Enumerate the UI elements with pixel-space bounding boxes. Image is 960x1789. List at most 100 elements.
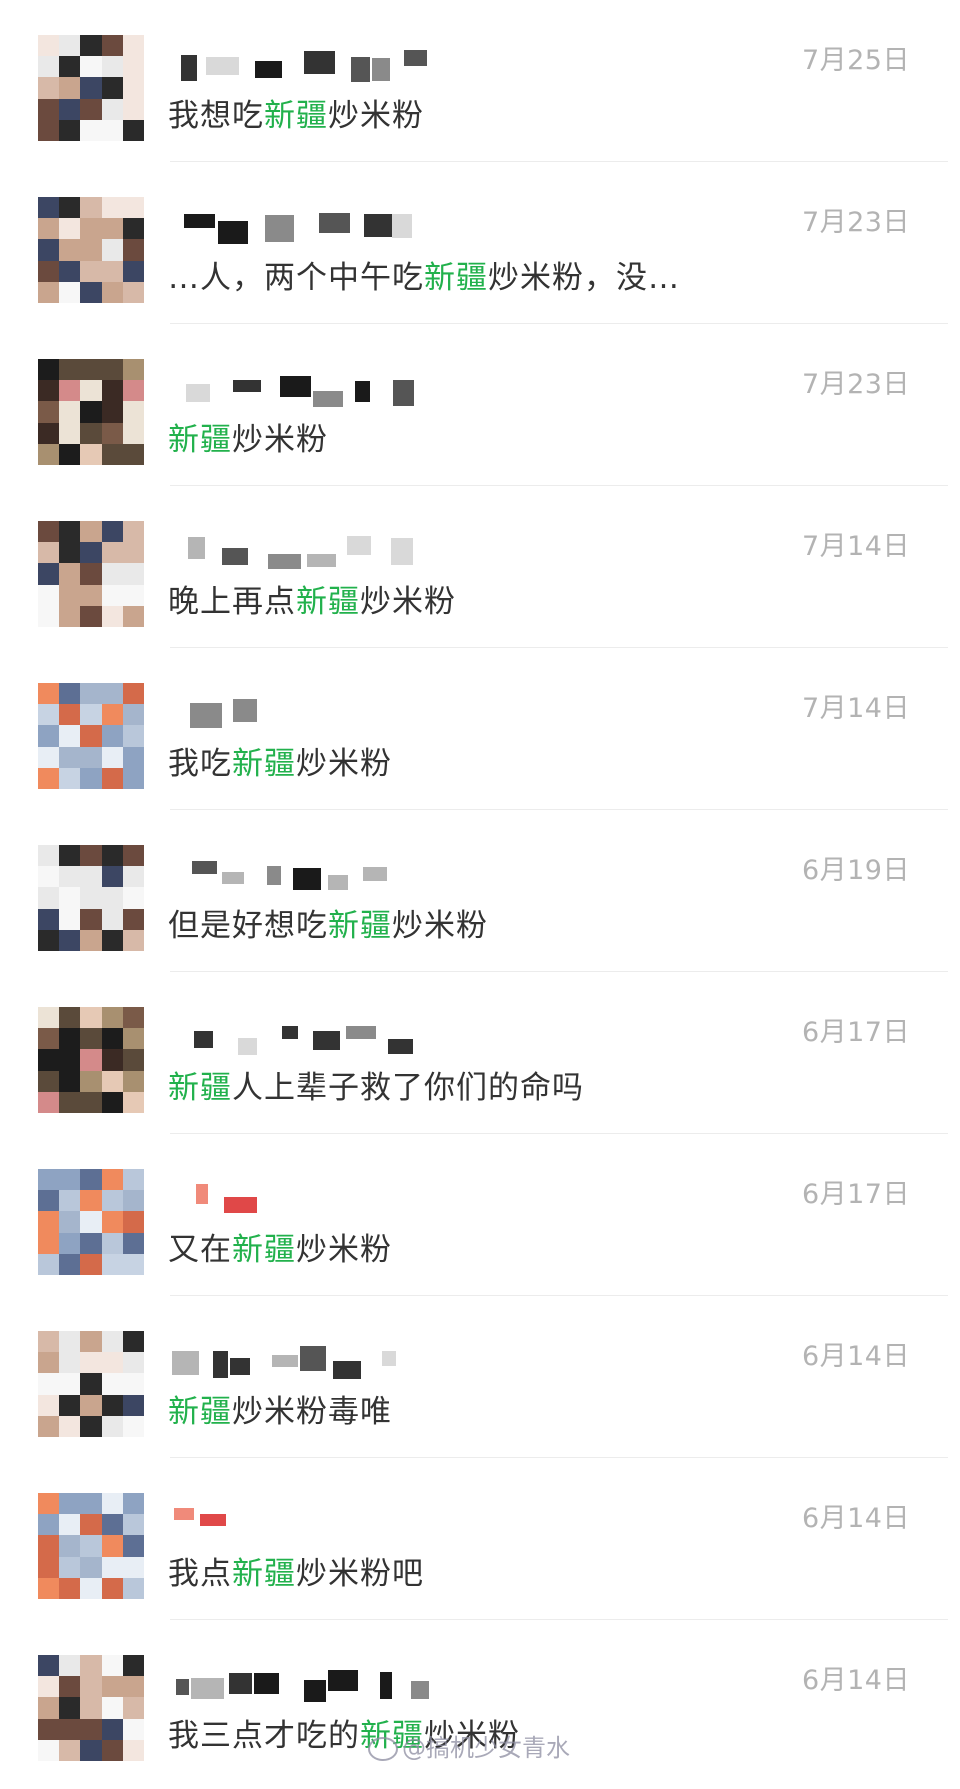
avatar-mosaic-cell [38,767,60,789]
message-date: 7月25日 [801,45,910,76]
list-item[interactable]: 6月17日 新疆人上辈子救了你们的命吗 [0,972,960,1134]
contact-name-pixelated [172,1346,472,1380]
avatar-mosaic-cell [122,218,144,240]
avatar[interactable] [38,683,144,789]
list-item[interactable]: 7月25日 我想吃新疆炒米粉 [0,0,960,162]
avatar[interactable] [38,845,144,951]
list-item[interactable]: 7月14日 我吃新疆炒米粉 [0,648,960,810]
avatar[interactable] [38,1169,144,1275]
message-snippet: 新疆人上辈子救了你们的命吗 [168,1062,584,1107]
avatar[interactable] [38,197,144,303]
avatar[interactable] [38,35,144,141]
avatar[interactable] [38,1493,144,1599]
avatar[interactable] [38,1655,144,1761]
avatar-mosaic-cell [101,521,123,543]
list-item[interactable]: 6月17日 又在新疆炒米粉 [0,1134,960,1296]
avatar-mosaic-cell [38,119,60,141]
message-snippet: 新疆炒米粉毒唯 [168,1386,392,1431]
name-mosaic-block [313,391,343,407]
name-mosaic-block [233,699,257,722]
avatar-mosaic-cell [101,1331,123,1353]
avatar[interactable] [38,521,144,627]
avatar-mosaic-cell [38,1535,60,1557]
avatar-mosaic-cell [38,866,60,888]
avatar-mosaic-cell [59,1091,81,1113]
avatar-mosaic-cell [101,1049,123,1071]
avatar-mosaic-cell [80,1253,102,1275]
list-item[interactable]: 6月19日 但是好想吃新疆炒米粉 [0,810,960,972]
avatar-mosaic-cell [80,1556,102,1578]
avatar-mosaic-cell [80,845,102,867]
message-text: …人，两个中午吃 [168,260,424,296]
message-keyword-highlight: 新疆 [168,1394,232,1430]
name-mosaic-block [355,381,370,402]
avatar-mosaic-cell [38,281,60,303]
avatar-mosaic-cell [38,521,60,543]
avatar-mosaic-cell [38,1049,60,1071]
name-mosaic-block [268,554,301,569]
avatar-mosaic-cell [122,704,144,726]
avatar-mosaic-cell [122,1556,144,1578]
avatar-mosaic-cell [59,260,81,282]
avatar-mosaic-cell [59,1514,81,1536]
avatar-mosaic-cell [122,422,144,444]
avatar-mosaic-cell [101,1514,123,1536]
avatar[interactable] [38,359,144,465]
list-item[interactable]: 7月14日 晚上再点新疆炒米粉 [0,486,960,648]
avatar-mosaic-cell [59,746,81,768]
avatar-mosaic-cell [122,1211,144,1233]
avatar-mosaic-cell [80,56,102,78]
avatar-mosaic-cell [80,866,102,888]
avatar-mosaic-cell [38,1676,60,1698]
avatar-mosaic-cell [80,1415,102,1437]
avatar-mosaic-cell [59,56,81,78]
avatar-mosaic-cell [38,1718,60,1740]
avatar-mosaic-cell [101,704,123,726]
message-snippet: 晚上再点新疆炒米粉 [168,576,456,621]
avatar-mosaic-cell [101,1697,123,1719]
message-keyword-highlight: 新疆 [232,1556,296,1592]
avatar[interactable] [38,1331,144,1437]
avatar-mosaic-cell [122,1070,144,1092]
list-item[interactable]: 6月14日 新疆炒米粉毒唯 [0,1296,960,1458]
name-mosaic-block [188,537,205,559]
avatar-mosaic-cell [122,845,144,867]
avatar-mosaic-cell [38,77,60,99]
name-mosaic-block [174,1508,194,1520]
avatar-mosaic-cell [59,866,81,888]
avatar-mosaic-cell [80,767,102,789]
name-mosaic-block [307,554,336,567]
avatar-mosaic-cell [80,929,102,951]
contact-name-pixelated [172,536,472,570]
avatar-mosaic-cell [38,98,60,120]
name-mosaic-block [364,214,392,237]
list-item[interactable]: 7月23日 新疆炒米粉 [0,324,960,486]
avatar-mosaic-cell [38,1373,60,1395]
avatar-mosaic-cell [122,584,144,606]
list-item[interactable]: 6月14日 我点新疆炒米粉吧 [0,1458,960,1620]
avatar-mosaic-cell [38,1169,60,1191]
avatar-mosaic-cell [122,1514,144,1536]
watermark-text: @搞机少女青水 [402,1734,570,1762]
avatar-mosaic-cell [101,887,123,909]
name-mosaic-block [196,1184,208,1204]
avatar-mosaic-cell [38,197,60,219]
avatar-mosaic-cell [80,401,102,423]
name-mosaic-block [230,1358,250,1375]
avatar-mosaic-cell [122,77,144,99]
avatar-mosaic-cell [59,35,81,57]
name-mosaic-block [191,1678,224,1699]
list-item[interactable]: 7月23日 …人，两个中午吃新疆炒米粉，没… [0,162,960,324]
avatar-mosaic-cell [59,197,81,219]
avatar-mosaic-cell [122,1373,144,1395]
avatar-mosaic-cell [59,929,81,951]
avatar-mosaic-cell [101,1028,123,1050]
avatar-mosaic-cell [122,767,144,789]
message-date: 7月14日 [801,693,910,724]
avatar-mosaic-cell [80,77,102,99]
avatar-mosaic-cell [38,704,60,726]
avatar[interactable] [38,1007,144,1113]
name-mosaic-block [328,875,348,890]
name-mosaic-block [300,1346,326,1371]
avatar-mosaic-cell [38,908,60,930]
